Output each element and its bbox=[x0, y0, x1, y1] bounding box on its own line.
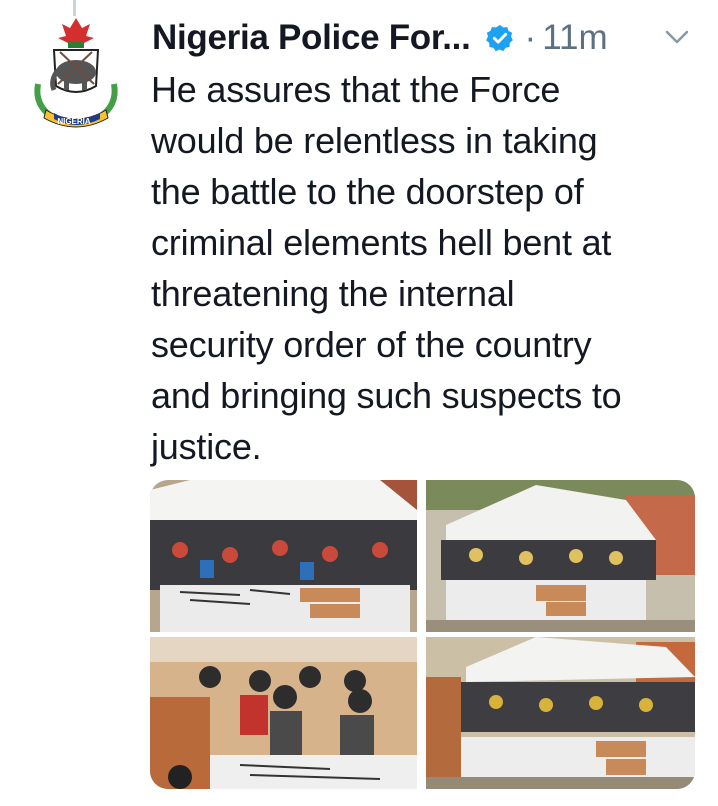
media-photo[interactable] bbox=[150, 480, 417, 632]
tweet-timestamp[interactable]: 11m bbox=[542, 18, 608, 58]
media-photo[interactable] bbox=[426, 637, 695, 789]
media-photo[interactable] bbox=[426, 480, 695, 632]
crest-ribbon-text: NIGERIA bbox=[57, 117, 91, 126]
meta-separator: · bbox=[524, 18, 537, 57]
tweet-header: Nigeria Police For... · 11m bbox=[152, 18, 608, 58]
photo-suspects-seated-icon bbox=[150, 637, 417, 789]
author-avatar[interactable]: NIGERIA bbox=[24, 14, 128, 132]
media-photo[interactable] bbox=[150, 637, 417, 789]
photo-tent-exhibit-icon bbox=[426, 480, 695, 632]
nigeria-police-crest-icon: NIGERIA bbox=[34, 18, 118, 128]
verified-badge-icon bbox=[485, 24, 513, 52]
chevron-down-icon[interactable] bbox=[664, 27, 690, 47]
tweet-body-text: He assures that the Force would be relen… bbox=[151, 69, 622, 467]
photo-press-briefing-tent-icon bbox=[150, 480, 417, 632]
tweet-media-grid bbox=[150, 480, 695, 789]
author-name[interactable]: Nigeria Police For... bbox=[152, 18, 471, 58]
photo-tent-wide-shot-icon bbox=[426, 637, 695, 789]
